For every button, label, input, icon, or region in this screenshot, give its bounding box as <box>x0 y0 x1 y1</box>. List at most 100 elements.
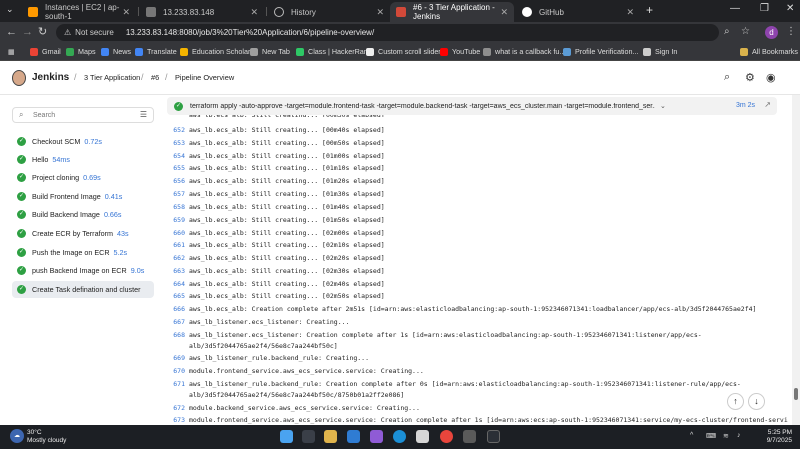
line-number[interactable]: 667 <box>171 318 185 326</box>
bookmark-youtube[interactable]: YouTube <box>440 47 480 56</box>
tab-github[interactable]: GitHub ✕ <box>516 2 640 22</box>
line-number[interactable]: 658 <box>171 203 185 211</box>
jenkins-logo-icon[interactable] <box>12 70 26 86</box>
line-number[interactable]: 656 <box>171 177 185 185</box>
line-number[interactable]: 653 <box>171 139 185 147</box>
language-icon[interactable]: ⌨ <box>706 432 716 440</box>
search-icon[interactable]: ⌕ <box>724 71 730 84</box>
breadcrumb-pipeline-overview[interactable]: Pipeline Overview <box>175 73 234 82</box>
close-icon[interactable]: ✕ <box>500 7 508 18</box>
new-tab-button[interactable]: + <box>646 3 653 17</box>
tray-chevron-icon[interactable]: ^ <box>690 432 693 439</box>
line-number[interactable]: 668 <box>171 331 185 339</box>
wifi-icon[interactable]: ≋ <box>723 432 729 440</box>
reload-button[interactable]: ↻ <box>38 26 47 38</box>
chevron-down-icon[interactable]: ⌄ <box>660 102 666 110</box>
stage-hello[interactable]: ✓ Hello 54ms <box>12 151 154 168</box>
all-bookmarks[interactable]: All Bookmarks <box>740 47 798 56</box>
bookmark-gmail[interactable]: Gmail <box>30 47 61 56</box>
line-number[interactable]: 654 <box>171 152 185 160</box>
stage-project-cloning[interactable]: ✓ Project cloning 0.69s <box>12 169 154 186</box>
app-title[interactable]: Jenkins <box>32 72 69 83</box>
file-explorer-icon[interactable] <box>324 430 337 443</box>
apps-grid-icon[interactable]: ▦ <box>8 47 15 56</box>
line-number[interactable]: 671 <box>171 380 185 388</box>
filter-icon[interactable]: ☰ <box>140 110 147 119</box>
step-header[interactable]: ✓ terraform apply -auto-approve -target=… <box>167 97 777 115</box>
maximize-button[interactable]: ❐ <box>760 3 769 14</box>
bookmark-callback[interactable]: what is a callback fu... <box>483 47 565 56</box>
terminal-icon[interactable] <box>463 430 476 443</box>
close-icon[interactable]: ✕ <box>626 7 634 18</box>
scrollbar-thumb[interactable] <box>794 388 798 400</box>
gear-icon[interactable]: ⚙ <box>745 71 755 84</box>
line-number[interactable]: 670 <box>171 367 185 375</box>
line-number[interactable]: 662 <box>171 254 185 262</box>
page-scrollbar[interactable] <box>792 95 800 425</box>
open-external-icon[interactable]: ↗ <box>764 100 771 109</box>
address-bar[interactable]: ⚠ Not secure 13.233.83.148:8080/job/3%20… <box>56 24 719 41</box>
forward-button[interactable]: → <box>22 26 33 38</box>
bookmark-new-tab[interactable]: New Tab <box>250 47 290 56</box>
close-window-button[interactable]: ✕ <box>786 3 794 14</box>
chrome-icon[interactable] <box>440 430 453 443</box>
close-icon[interactable]: ✕ <box>122 7 130 18</box>
back-button[interactable]: ← <box>6 26 17 38</box>
stage-create-task-definition[interactable]: ✓ Create Task defination and cluster <box>12 281 154 298</box>
stage-build-frontend-image[interactable]: ✓ Build Frontend Image 0.41s <box>12 188 154 205</box>
stage-search-input[interactable]: ⌕ Search ☰ <box>12 107 154 123</box>
line-number[interactable]: 666 <box>171 305 185 313</box>
stage-push-image-ecr[interactable]: ✓ Push the Image on ECR 5.2s <box>12 244 154 261</box>
stage-build-backend-image[interactable]: ✓ Build Backend Image 0.66s <box>12 206 154 223</box>
search-taskbar-icon[interactable] <box>302 430 315 443</box>
bookmark-maps[interactable]: Maps <box>66 47 96 56</box>
tab-search-icon[interactable]: ⌄ <box>6 4 14 15</box>
tab-jenkins[interactable]: #6 - 3 Tier Application - Jenkins ✕ <box>390 2 514 22</box>
line-number[interactable]: 655 <box>171 164 185 172</box>
line-number[interactable]: 669 <box>171 354 185 362</box>
stage-checkout-scm[interactable]: ✓ Checkout SCM 0.72s <box>12 133 154 150</box>
tab-history[interactable]: History ✕ <box>268 2 390 22</box>
bookmark-custom-scroll[interactable]: Custom scroll slider <box>366 47 441 56</box>
app-icon[interactable] <box>370 430 383 443</box>
weather-icon[interactable]: ☁ <box>10 429 24 443</box>
menu-kebab-icon[interactable]: ⋮ <box>786 26 796 38</box>
breadcrumb-build[interactable]: #6 <box>151 73 159 82</box>
line-number[interactable]: 673 <box>171 416 185 424</box>
minimize-button[interactable]: — <box>730 3 740 14</box>
bookmark-hackerrank[interactable]: Class | HackerRank <box>296 47 371 56</box>
user-icon[interactable]: ◉ <box>766 71 776 84</box>
bookmark-sign-in[interactable]: Sign In <box>643 47 677 56</box>
close-icon[interactable]: ✕ <box>376 7 384 18</box>
bookmark-star-icon[interactable]: ☆ <box>741 26 750 38</box>
store-icon[interactable] <box>416 430 429 443</box>
edge-icon[interactable] <box>393 430 406 443</box>
line-number[interactable]: 652 <box>171 126 185 134</box>
windows-start-icon[interactable] <box>280 430 293 443</box>
tab-ip[interactable]: 13.233.83.148 ✕ <box>140 2 264 22</box>
line-number[interactable]: 657 <box>171 190 185 198</box>
volume-icon[interactable]: ♪ <box>737 432 741 439</box>
system-clock[interactable]: 5:25 PM 9/7/2025 <box>752 429 792 445</box>
stage-push-backend-image[interactable]: ✓ push Backend Image on ECR 9.0s <box>12 262 154 279</box>
vscode-icon[interactable] <box>347 430 360 443</box>
zoom-icon[interactable]: ⌕ <box>724 26 730 38</box>
stage-create-ecr[interactable]: ✓ Create ECR by Terraform 43s <box>12 225 154 242</box>
breadcrumb-job[interactable]: 3 Tier Application <box>84 73 140 82</box>
line-number[interactable]: 665 <box>171 292 185 300</box>
bookmark-profile-verification[interactable]: Profile Verification... <box>563 47 639 56</box>
scroll-to-bottom-button[interactable]: ↓ <box>748 393 765 410</box>
weather-widget[interactable]: 30°C Mostly cloudy <box>27 429 66 445</box>
bookmark-translate[interactable]: Translate <box>135 47 177 56</box>
line-number[interactable]: 661 <box>171 241 185 249</box>
app-icon[interactable] <box>487 430 500 443</box>
line-number[interactable]: 660 <box>171 229 185 237</box>
profile-avatar[interactable]: d <box>765 26 778 39</box>
bookmark-news[interactable]: News <box>101 47 131 56</box>
line-number[interactable]: 672 <box>171 404 185 412</box>
not-secure-indicator[interactable]: ⚠ Not secure <box>64 28 114 37</box>
line-number[interactable]: 664 <box>171 280 185 288</box>
close-icon[interactable]: ✕ <box>250 7 258 18</box>
bookmark-education-scholar[interactable]: Education Scholar <box>180 47 250 56</box>
scroll-to-top-button[interactable]: ↑ <box>727 393 744 410</box>
